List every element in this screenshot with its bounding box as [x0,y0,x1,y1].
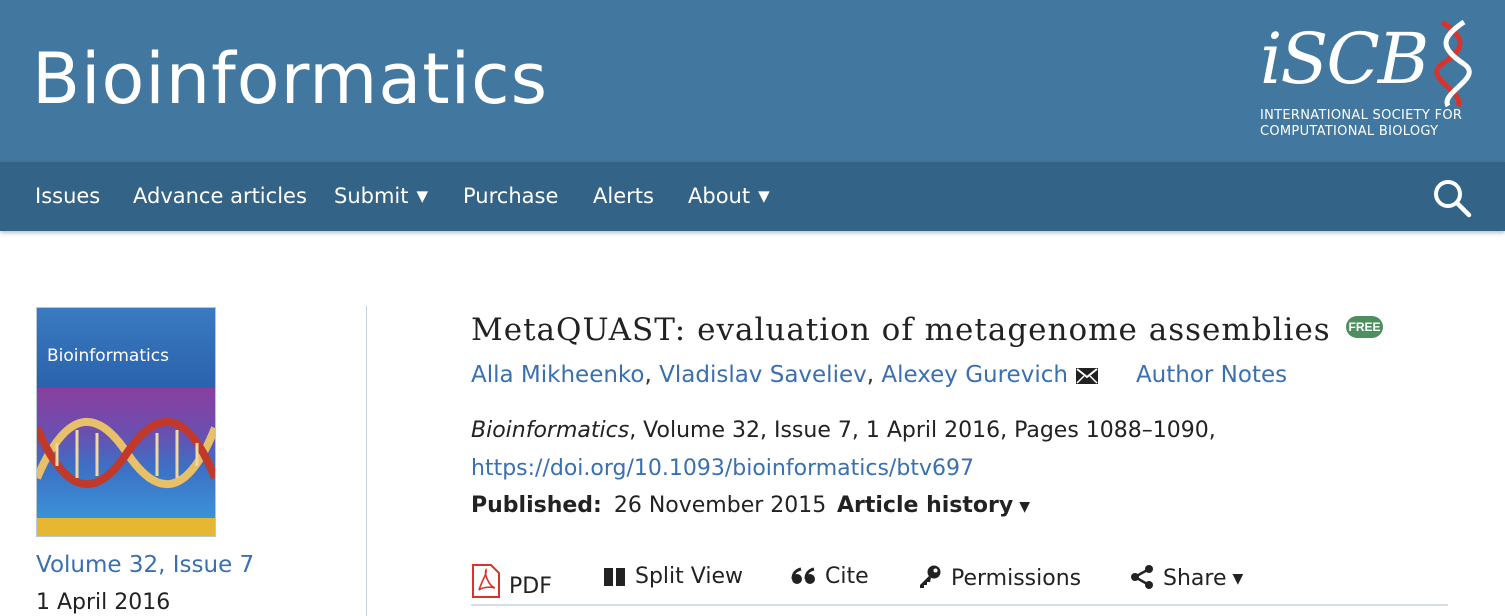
nav-alerts[interactable]: Alerts [593,184,654,208]
article-toolbar: PDF Split View Cite Permissions Share ▼ [471,558,1448,606]
key-icon [920,565,941,588]
caret-down-icon: ▼ [1019,499,1030,515]
permissions-label: Permissions [951,566,1082,591]
published-label: Published: [471,493,602,518]
iscb-logo-mark: iSCB [1260,18,1429,100]
nav-about[interactable]: About ▼ [688,184,770,208]
article-title: MetaQUAST: evaluation of metagenome asse… [471,312,1331,348]
column-divider [366,306,367,616]
free-badge: FREE [1346,316,1383,338]
nav-alerts-label: Alerts [593,184,654,208]
envelope-icon[interactable] [1075,364,1098,390]
nav-purchase-label: Purchase [463,184,559,208]
cover-title: Bioinformatics [47,346,169,366]
author-separator: , [866,362,882,388]
cover-dna-art [37,388,215,518]
dna-helix-icon [37,417,215,489]
issue-cover-image[interactable]: Bioinformatics [36,307,216,537]
author-link[interactable]: Alla Mikheenko [471,362,645,388]
search-button[interactable] [1432,178,1472,218]
article-history-label: Article history [837,493,1014,518]
nav-purchase[interactable]: Purchase [463,184,558,208]
nav-submit-label: Submit [334,184,409,208]
pdf-button[interactable]: PDF [471,564,552,599]
pdf-label: PDF [509,574,552,599]
nav-advance-articles-label: Advance articles [133,184,307,208]
cover-bottom-band [37,518,215,536]
iscb-logo[interactable]: iSCB INTERNATIONAL SOCIETY FOR COMPUTATI… [1258,18,1478,142]
volume-issue-link[interactable]: Volume 32, Issue 7 [36,552,254,578]
author-list: Alla Mikheenko, Vladislav Saveliev, Alex… [471,362,1287,390]
iscb-logo-subtitle: INTERNATIONAL SOCIETY FOR COMPUTATIONAL … [1260,108,1462,140]
share-icon [1131,565,1153,589]
split-view-label: Split View [635,564,743,589]
doi-link[interactable]: https://doi.org/10.1093/bioinformatics/b… [471,456,974,481]
permissions-button[interactable]: Permissions [917,564,1081,591]
issue-date: 1 April 2016 [36,590,171,615]
logo-line-2: COMPUTATIONAL BIOLOGY [1260,124,1439,139]
pdf-icon [472,564,500,598]
caret-down-icon: ▼ [1232,571,1244,587]
nav-issues-label: Issues [35,184,101,208]
caret-down-icon: ▼ [416,187,429,205]
published-date: 26 November 2015 [613,493,827,518]
published-info: Published: 26 November 2015 [471,493,826,518]
citation-details: , Volume 32, Issue 7, 1 April 2016, Page… [629,418,1216,443]
logo-line-1: INTERNATIONAL SOCIETY FOR [1260,108,1463,123]
share-button[interactable]: Share ▼ [1129,564,1243,591]
main-nav: Issues Advance articles Submit ▼ Purchase… [0,162,1505,231]
site-title[interactable]: Bioinformatics [32,38,548,120]
dna-helix-icon [1434,19,1472,108]
journal-name: Bioinformatics [471,418,630,443]
split-view-icon [604,568,625,586]
split-view-button[interactable]: Split View [603,564,743,589]
author-link[interactable]: Vladislav Saveliev [659,362,867,388]
share-label: Share [1163,566,1227,591]
citation: Bioinformatics, Volume 32, Issue 7, 1 Ap… [471,418,1216,443]
nav-submit[interactable]: Submit ▼ [334,184,428,208]
article-history-toggle[interactable]: Article history ▼ [837,493,1030,518]
nav-issues[interactable]: Issues [35,184,100,208]
author-separator: , [644,362,660,388]
author-notes-link[interactable]: Author Notes [1136,362,1287,388]
quote-icon [791,567,815,584]
nav-about-label: About [688,184,751,208]
cite-button[interactable]: Cite [791,564,869,589]
author-link[interactable]: Alexey Gurevich [881,362,1068,388]
nav-advance-articles[interactable]: Advance articles [133,184,307,208]
caret-down-icon: ▼ [758,187,770,205]
site-header: Bioinformatics iSCB INTERNATIONAL SOCIET… [0,0,1505,162]
cite-label: Cite [825,564,869,589]
search-icon [1434,180,1472,218]
